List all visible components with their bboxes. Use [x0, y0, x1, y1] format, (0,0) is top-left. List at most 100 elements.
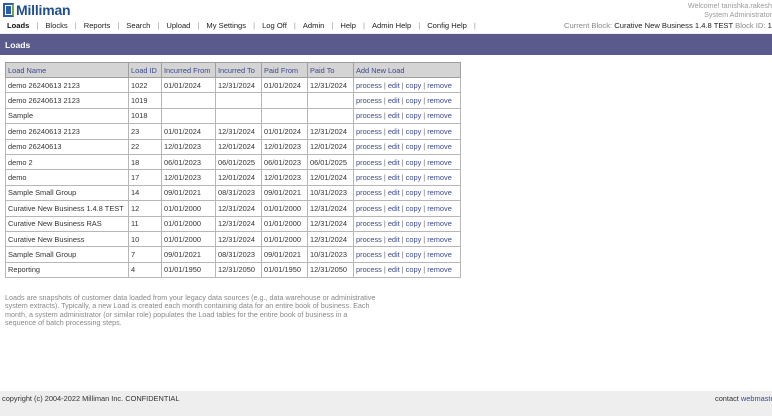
copy-link[interactable]: copy: [406, 81, 422, 90]
edit-link[interactable]: edit: [388, 127, 400, 136]
cell-paid-from: 01/01/2024: [261, 123, 308, 140]
remove-link[interactable]: remove: [427, 96, 452, 105]
process-link[interactable]: process: [356, 188, 382, 197]
welcome-text: Welcome! tanishka.rakesh: [687, 1, 772, 10]
remove-link[interactable]: remove: [427, 81, 452, 90]
nav-my-settings[interactable]: My Settings: [206, 21, 246, 30]
nav-blocks[interactable]: Blocks: [45, 21, 67, 30]
copy-link[interactable]: copy: [406, 265, 422, 274]
current-block-label: Current Block:: [564, 21, 613, 30]
process-link[interactable]: process: [356, 235, 382, 244]
copy-link[interactable]: copy: [406, 173, 422, 182]
nav-admin[interactable]: Admin: [303, 21, 325, 30]
edit-link[interactable]: edit: [388, 250, 400, 259]
edit-link[interactable]: edit: [388, 111, 400, 120]
main-content: Load Name Load ID Incurred From Incurred…: [0, 55, 772, 391]
process-link[interactable]: process: [356, 111, 382, 120]
copy-link[interactable]: copy: [406, 235, 422, 244]
remove-link[interactable]: remove: [427, 173, 452, 182]
cell-paid-to: 12/01/2024: [307, 138, 354, 155]
process-link[interactable]: process: [356, 158, 382, 167]
edit-link[interactable]: edit: [388, 96, 400, 105]
cell-incurred-from: 01/01/2024: [161, 76, 216, 94]
remove-link[interactable]: remove: [427, 250, 452, 259]
edit-link[interactable]: edit: [388, 188, 400, 197]
remove-link[interactable]: remove: [427, 111, 452, 120]
cell-incurred-from: 01/01/2000: [161, 215, 216, 232]
copy-link[interactable]: copy: [406, 250, 422, 259]
process-link[interactable]: process: [356, 250, 382, 259]
copy-link[interactable]: copy: [406, 142, 422, 151]
row-actions: process | edit | copy | remove: [353, 184, 461, 202]
nav-log-off[interactable]: Log Off: [262, 21, 287, 30]
nav-loads[interactable]: Loads: [7, 21, 29, 30]
remove-link[interactable]: remove: [427, 158, 452, 167]
cell-incurred-to: 08/31/2023: [215, 246, 262, 263]
copy-link[interactable]: copy: [406, 127, 422, 136]
col-load-name: Load Name: [5, 62, 129, 78]
remove-link[interactable]: remove: [427, 188, 452, 197]
copy-link[interactable]: copy: [406, 219, 422, 228]
edit-link[interactable]: edit: [388, 81, 400, 90]
cell-load-id: 1019: [128, 92, 162, 109]
cell-load-id: 22: [128, 138, 162, 155]
action-separator: |: [401, 126, 404, 136]
add-new-load-link[interactable]: Add New Load: [353, 62, 461, 78]
copy-link[interactable]: copy: [406, 96, 422, 105]
nav-separator: |: [418, 21, 421, 30]
nav-admin-help[interactable]: Admin Help: [372, 21, 411, 30]
edit-link[interactable]: edit: [388, 219, 400, 228]
process-link[interactable]: process: [356, 173, 382, 182]
nav-separator: |: [197, 21, 200, 30]
cell-paid-from: 01/01/2000: [261, 200, 308, 217]
remove-link[interactable]: remove: [427, 127, 452, 136]
cell-paid-to: 12/01/2024: [307, 169, 354, 186]
edit-link[interactable]: edit: [388, 204, 400, 213]
nav-reports[interactable]: Reports: [84, 21, 111, 30]
header: Milliman Welcome! tanishka.rakesh System…: [0, 0, 772, 33]
edit-link[interactable]: edit: [388, 158, 400, 167]
action-separator: |: [383, 96, 386, 106]
webmaster-link[interactable]: webmaster: [741, 394, 772, 403]
remove-link[interactable]: remove: [427, 204, 452, 213]
process-link[interactable]: process: [356, 127, 382, 136]
nav-help[interactable]: Help: [340, 21, 356, 30]
nav-search[interactable]: Search: [126, 21, 150, 30]
remove-link[interactable]: remove: [427, 235, 452, 244]
process-link[interactable]: process: [356, 96, 382, 105]
row-actions: process | edit | copy | remove: [353, 200, 461, 217]
edit-link[interactable]: edit: [388, 142, 400, 151]
row-actions: process | edit | copy | remove: [353, 246, 461, 263]
table-row: Reporting 4 01/01/1950 12/31/2050 01/01/1950…: [5, 261, 461, 279]
footer: copyright (c) 2004-2022 Milliman Inc. CO…: [0, 391, 772, 416]
action-separator: |: [423, 234, 426, 244]
copy-link[interactable]: copy: [406, 204, 422, 213]
copy-link[interactable]: copy: [406, 111, 422, 120]
edit-link[interactable]: edit: [388, 173, 400, 182]
action-separator: |: [383, 234, 386, 244]
nav-config-help[interactable]: Config Help: [427, 21, 467, 30]
remove-link[interactable]: remove: [427, 219, 452, 228]
action-separator: |: [383, 219, 386, 229]
cell-paid-from: 01/01/2024: [261, 76, 308, 94]
row-actions: process | edit | copy | remove: [353, 76, 461, 94]
process-link[interactable]: process: [356, 265, 382, 274]
process-link[interactable]: process: [356, 219, 382, 228]
milliman-logo[interactable]: Milliman: [3, 2, 71, 18]
edit-link[interactable]: edit: [388, 265, 400, 274]
copy-link[interactable]: copy: [406, 158, 422, 167]
nav-upload[interactable]: Upload: [166, 21, 190, 30]
cell-incurred-to: [215, 107, 262, 125]
copy-link[interactable]: copy: [406, 188, 422, 197]
remove-link[interactable]: remove: [427, 142, 452, 151]
process-link[interactable]: process: [356, 81, 382, 90]
action-separator: |: [383, 188, 386, 198]
cell-load-name: demo: [5, 169, 129, 186]
row-actions: process | edit | copy | remove: [353, 230, 461, 248]
edit-link[interactable]: edit: [388, 235, 400, 244]
remove-link[interactable]: remove: [427, 265, 452, 274]
process-link[interactable]: process: [356, 142, 382, 151]
cell-paid-to: 12/31/2024: [307, 200, 354, 217]
process-link[interactable]: process: [356, 204, 382, 213]
action-separator: |: [401, 234, 404, 244]
